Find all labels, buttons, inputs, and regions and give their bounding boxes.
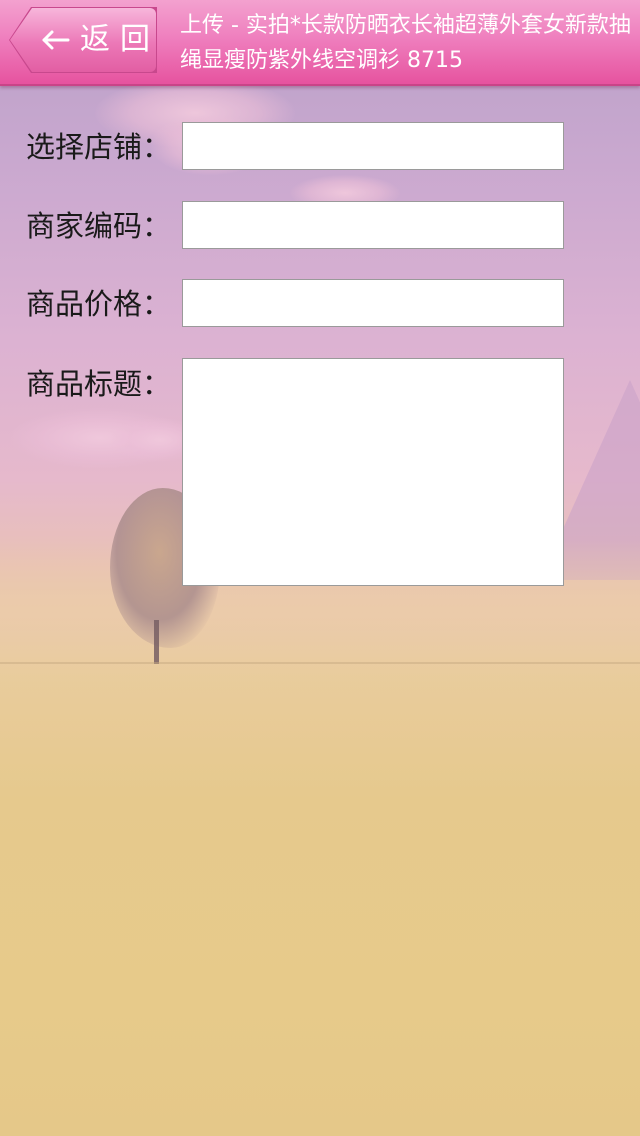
arrow-left-icon	[42, 30, 70, 50]
merchant-code-label: 商家编码：	[26, 209, 172, 243]
background-tree-trunk	[154, 620, 159, 664]
price-input[interactable]	[182, 279, 564, 327]
background-horizon	[0, 662, 640, 664]
upload-page: 返回 上传 - 实拍*长款防晒衣长袖超薄外套女新款抽绳显瘦防紫外线空调衫 871…	[0, 0, 640, 1136]
merchant-code-input[interactable]	[182, 201, 564, 249]
back-button-label: 返回	[80, 22, 160, 57]
product-title-textarea[interactable]	[182, 358, 564, 586]
page-title: 上传 - 实拍*长款防晒衣长袖超薄外套女新款抽绳显瘦防紫外线空调衫 8715	[180, 13, 631, 73]
product-title-label: 商品标题：	[26, 367, 172, 401]
back-button[interactable]: 返回	[9, 7, 157, 73]
price-label: 商品价格：	[26, 287, 172, 321]
shop-select-input[interactable]	[182, 122, 564, 170]
shop-label: 选择店铺：	[26, 130, 172, 164]
header-bar: 返回 上传 - 实拍*长款防晒衣长袖超薄外套女新款抽绳显瘦防紫外线空调衫 871…	[0, 0, 640, 86]
